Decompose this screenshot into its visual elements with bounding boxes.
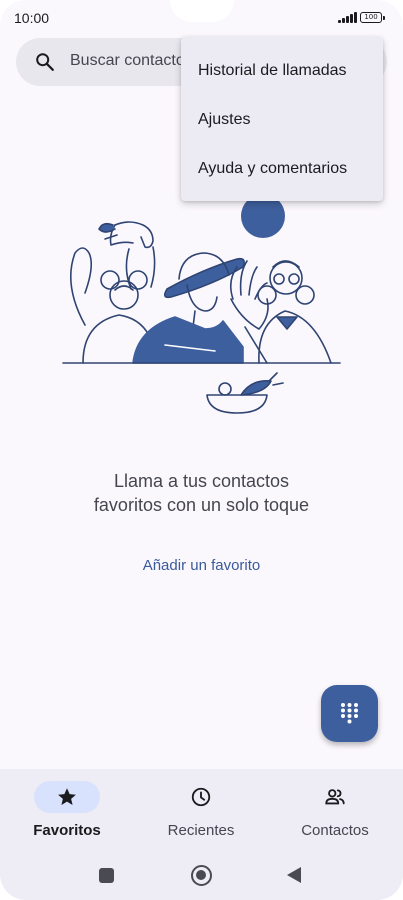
home-button[interactable] (191, 865, 212, 886)
nav-label-recents: Recientes (167, 822, 235, 839)
search-input[interactable]: Buscar contactos (70, 52, 193, 70)
star-icon (58, 788, 76, 805)
people-icon (325, 789, 345, 805)
search-icon (36, 53, 54, 71)
menu-item-settings[interactable]: Ajustes (181, 95, 383, 144)
battery-level: 100 (364, 13, 378, 21)
dialpad-button[interactable] (321, 685, 378, 742)
menu-item-call-history[interactable]: Historial de llamadas (181, 46, 383, 95)
menu-item-label: Historial de llamadas (198, 61, 347, 79)
battery-icon: 100 (360, 12, 385, 23)
menu-item-label: Ajustes (198, 110, 251, 128)
nav-label-favorites: Favoritos (33, 822, 101, 839)
nav-label-contacts: Contactos (301, 822, 369, 839)
clock-icon (191, 787, 211, 807)
status-bar: 10:00 100 (0, 0, 403, 36)
overflow-menu: Historial de llamadas Ajustes Ayuda y co… (181, 37, 383, 201)
menu-item-label: Ayuda y comentarios (198, 159, 348, 177)
dialpad-icon (341, 703, 358, 724)
camera-notch (170, 0, 234, 22)
system-navigation (0, 860, 403, 890)
back-button[interactable] (287, 867, 301, 883)
nav-item-recents[interactable]: Recientes (134, 781, 268, 851)
menu-item-help-feedback[interactable]: Ayuda y comentarios (181, 144, 383, 193)
bottom-navigation: Favoritos Recientes Contactos (0, 769, 403, 900)
recent-apps-button[interactable] (99, 868, 114, 883)
status-time: 10:00 (14, 10, 50, 26)
signal-icon (338, 12, 357, 23)
nav-item-contacts[interactable]: Contactos (268, 781, 402, 851)
dialer-screen: 10:00 100 Buscar contactos Historial de … (0, 0, 403, 900)
favorites-illustration (62, 195, 341, 414)
nav-item-favorites[interactable]: Favoritos (0, 781, 134, 851)
empty-state-message: Llama a tus contactos favoritos con un s… (93, 471, 310, 515)
add-favorite-link[interactable]: Añadir un favorito (0, 557, 403, 574)
